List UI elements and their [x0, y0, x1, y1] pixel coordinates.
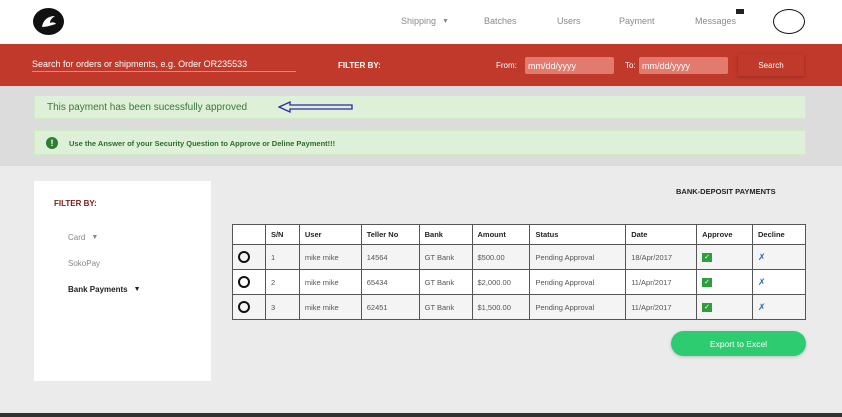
cell-teller: 14564	[360, 244, 420, 270]
filter-by-label: FILTER BY:	[338, 61, 381, 70]
col-header-amount: Amount	[471, 224, 531, 245]
chevron-down-icon: ▼	[442, 18, 449, 25]
sidebar-title: FILTER BY:	[54, 199, 97, 208]
sidebar-item-sokopay[interactable]: SokoPay	[68, 259, 100, 268]
cell-user: mike mike	[298, 244, 362, 270]
exclamation-icon: !	[46, 137, 58, 149]
row-radio[interactable]	[238, 301, 250, 313]
nav-shipping[interactable]: Shipping ▼	[401, 16, 449, 26]
nav-users[interactable]: Users	[557, 16, 581, 26]
cell-sn: 1	[264, 244, 300, 270]
cell-teller: 65434	[360, 269, 420, 295]
cell-status: Pending Approval	[529, 269, 627, 295]
cell-user: mike mike	[298, 269, 362, 295]
mail-icon[interactable]	[736, 9, 744, 14]
approve-check-icon[interactable]: ✓	[702, 278, 713, 287]
decline-x-icon[interactable]: ✗	[758, 252, 766, 262]
success-alert-text: This payment has been sucessfully approv…	[47, 102, 248, 113]
search-input[interactable]	[32, 56, 296, 72]
col-header-select	[232, 224, 266, 245]
decline-x-icon[interactable]: ✗	[758, 277, 766, 287]
cell-bank: GT Bank	[418, 244, 473, 270]
approve-check-icon[interactable]: ✓	[702, 303, 713, 312]
col-header-user: User	[298, 224, 362, 245]
col-header-decline: Decline	[752, 224, 806, 245]
cell-sn: 2	[264, 269, 300, 295]
page-title: BANK-DEPOSIT PAYMENTS	[676, 187, 776, 196]
payments-table: S/N User Teller No Bank Amount Status Da…	[232, 224, 806, 320]
nav-payment[interactable]: Payment	[619, 16, 655, 26]
top-navbar: Shipping ▼ Batches Users Payment Messages	[0, 0, 842, 44]
cell-date: 11/Apr/2017	[625, 269, 698, 295]
cell-amount: $1,500.00	[471, 294, 531, 320]
cell-amount: $500.00	[471, 244, 531, 270]
col-header-teller: Teller No	[360, 224, 420, 245]
cell-sn: 3	[264, 294, 300, 320]
table-row: 3 mike mike 62451 GT Bank $1,500.00 Pend…	[232, 294, 806, 320]
to-label: To:	[625, 61, 636, 70]
avatar[interactable]	[773, 9, 805, 34]
cell-amount: $2,000.00	[471, 269, 531, 295]
sidebar-item-bank-payments[interactable]: Bank Payments ▼	[68, 285, 141, 294]
left-arrow-icon	[278, 101, 353, 113]
row-radio[interactable]	[238, 276, 250, 288]
cell-date: 11/Apr/2017	[625, 294, 698, 320]
nav-batches[interactable]: Batches	[484, 16, 517, 26]
bottom-divider	[0, 413, 842, 417]
col-header-date: Date	[625, 224, 698, 245]
from-label: From:	[496, 61, 517, 70]
from-date-input[interactable]	[525, 57, 614, 74]
col-header-sn: S/N	[264, 224, 300, 245]
cell-status: Pending Approval	[529, 244, 627, 270]
info-alert: ! Use the Answer of your Security Questi…	[34, 130, 806, 155]
to-date-input[interactable]	[639, 57, 728, 74]
col-header-bank: Bank	[418, 224, 473, 245]
table-row: 2 mike mike 65434 GT Bank $2,000.00 Pend…	[232, 269, 806, 295]
filter-bar: FILTER BY: From: To: Search	[0, 44, 842, 86]
cell-date: 18/Apr/2017	[625, 244, 698, 270]
chevron-down-icon: ▼	[91, 234, 99, 241]
cell-status: Pending Approval	[529, 294, 627, 320]
row-radio[interactable]	[238, 251, 250, 263]
search-button[interactable]: Search	[738, 54, 804, 76]
cell-bank: GT Bank	[418, 269, 473, 295]
export-excel-button[interactable]: Export to Excel	[671, 331, 806, 356]
sidebar-item-card[interactable]: Card ▼	[68, 233, 98, 242]
sidebar: FILTER BY: Card ▼ SokoPay Bank Payments ▼	[34, 181, 211, 381]
cell-bank: GT Bank	[418, 294, 473, 320]
col-header-approve: Approve	[696, 224, 754, 245]
logo-icon[interactable]	[33, 8, 64, 35]
table-row: 1 mike mike 14564 GT Bank $500.00 Pendin…	[232, 244, 806, 270]
cell-user: mike mike	[298, 294, 362, 320]
col-header-status: Status	[529, 224, 627, 245]
cell-teller: 62451	[360, 294, 420, 320]
table-header-row: S/N User Teller No Bank Amount Status Da…	[232, 224, 806, 245]
chevron-down-icon: ▼	[133, 286, 141, 293]
decline-x-icon[interactable]: ✗	[758, 302, 766, 312]
success-alert: This payment has been sucessfully approv…	[34, 95, 806, 119]
info-alert-text: Use the Answer of your Security Question…	[69, 139, 336, 148]
approve-check-icon[interactable]: ✓	[702, 253, 713, 262]
nav-messages[interactable]: Messages	[695, 16, 736, 26]
